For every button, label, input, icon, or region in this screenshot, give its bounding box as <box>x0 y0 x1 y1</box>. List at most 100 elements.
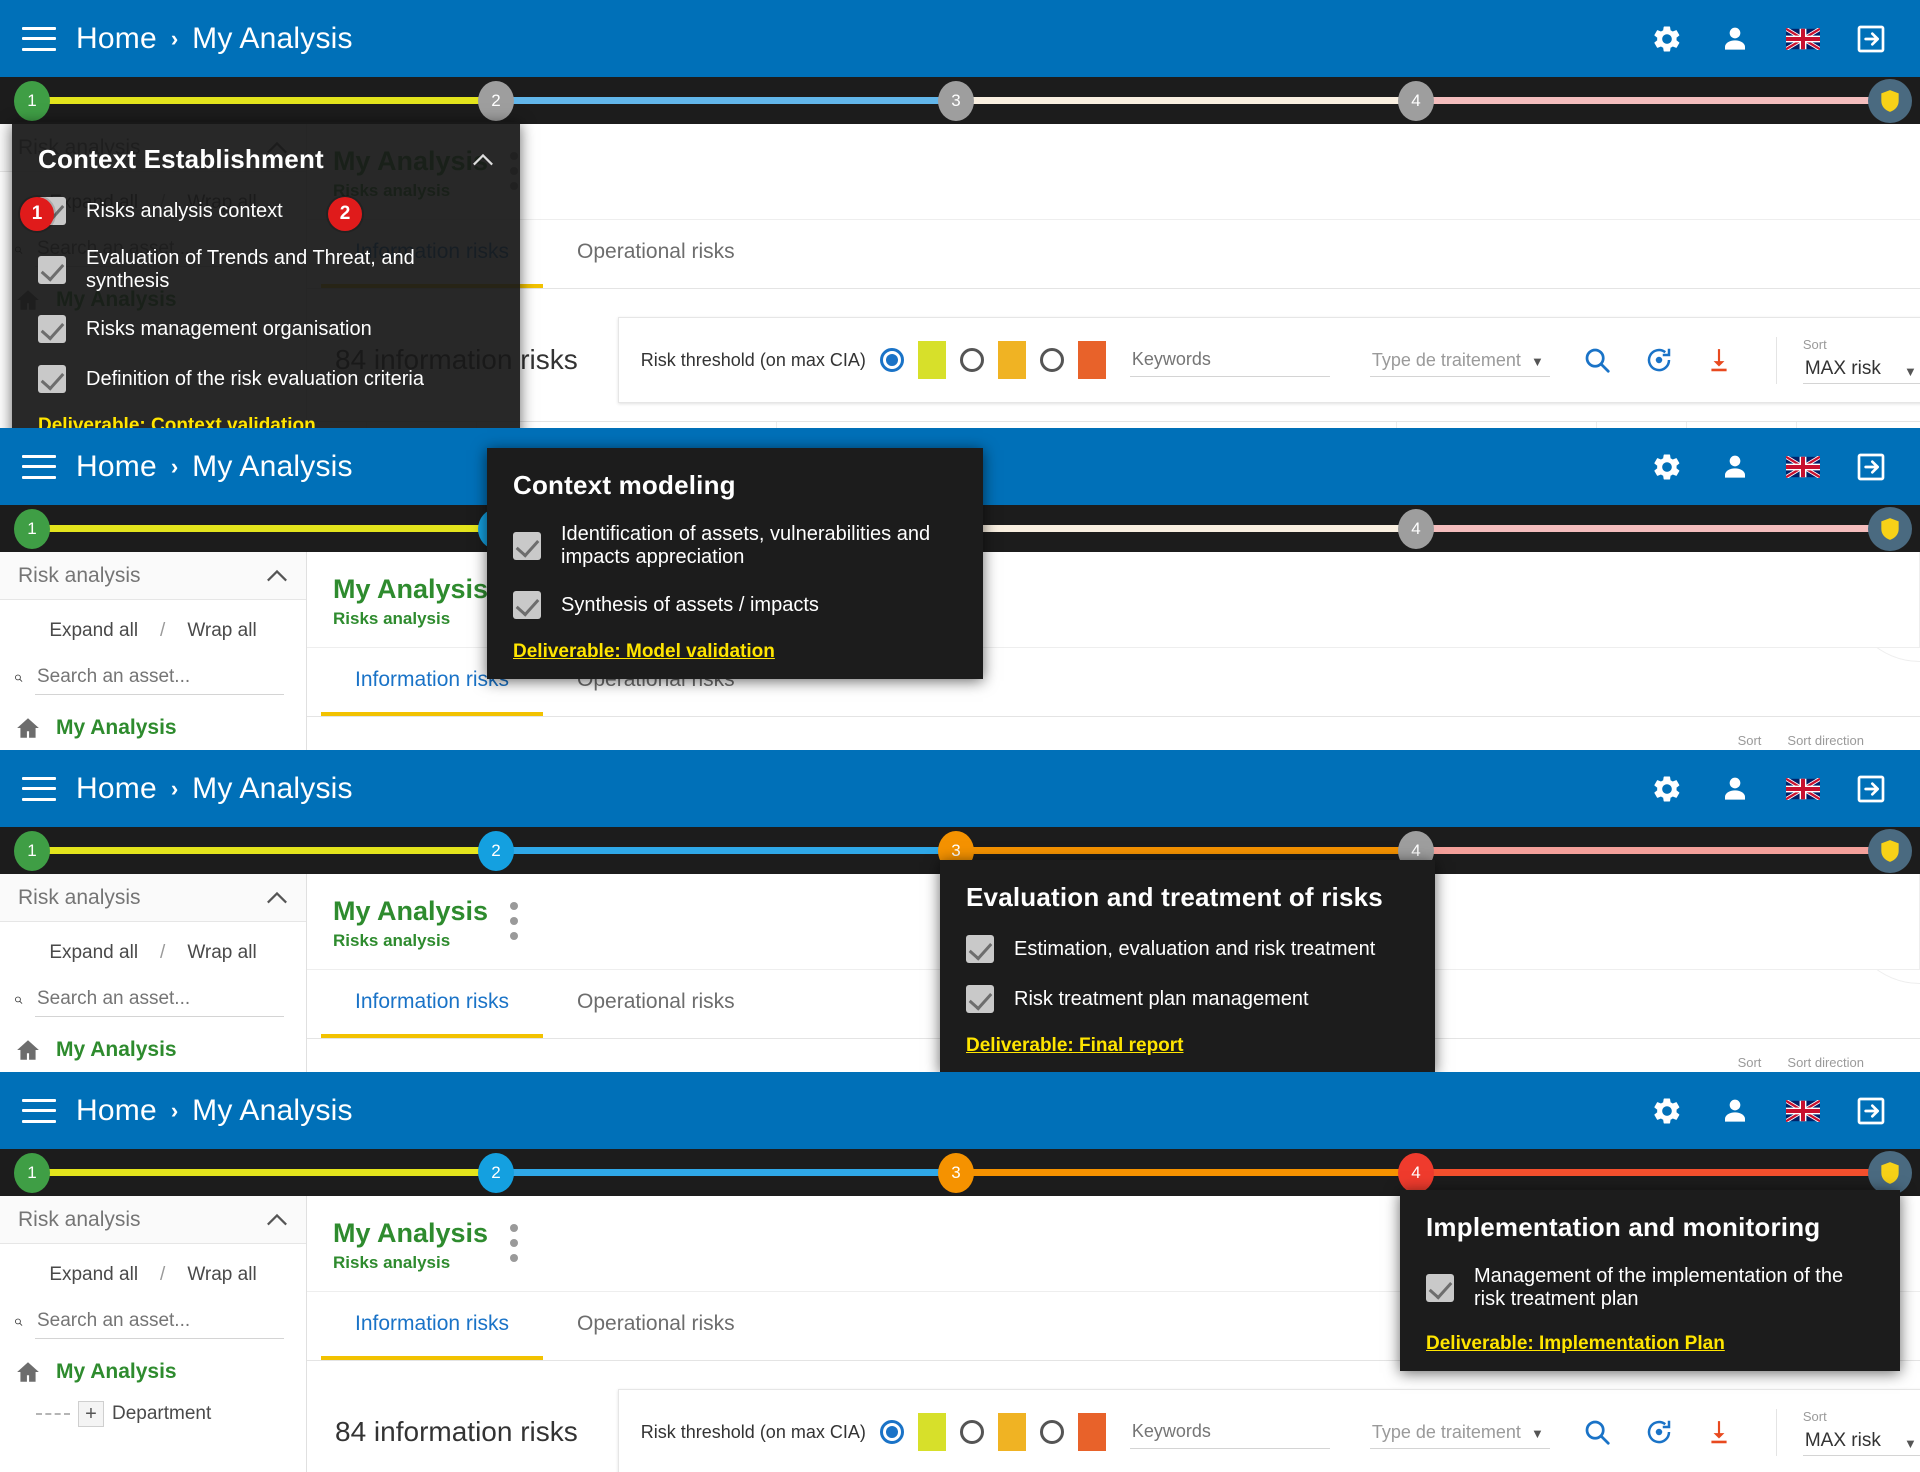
logout-icon[interactable] <box>1854 772 1888 806</box>
wrap-all-link[interactable]: Wrap all <box>187 1264 256 1286</box>
hamburger-icon[interactable] <box>22 454 56 479</box>
checkbox[interactable] <box>513 591 541 619</box>
card-more-vertical-icon[interactable] <box>510 902 519 940</box>
uk-flag-icon[interactable] <box>1786 772 1820 806</box>
sidebar-header[interactable]: Risk analysis <box>0 1196 306 1244</box>
stepper-node-4[interactable]: 4 <box>1398 81 1434 121</box>
deliverable-link[interactable]: Deliverable: Model validation <box>513 641 775 663</box>
person-icon[interactable] <box>1718 450 1752 484</box>
checkbox[interactable] <box>38 315 66 343</box>
person-icon[interactable] <box>1718 1094 1752 1128</box>
stepper-node-4[interactable]: 4 <box>1398 1153 1434 1193</box>
threshold-radio-low[interactable] <box>879 348 904 373</box>
download-icon[interactable] <box>1706 345 1732 375</box>
sort-select[interactable]: MAX risk <box>1802 1425 1920 1456</box>
shield-badge-icon[interactable] <box>1868 507 1912 551</box>
expand-node-icon[interactable]: + <box>78 1401 104 1427</box>
chevron-up-icon[interactable] <box>472 153 494 167</box>
stepper-node-1[interactable]: 1 <box>14 1153 50 1193</box>
wrap-all-link[interactable]: Wrap all <box>187 942 256 964</box>
tab-operational-risks[interactable]: Operational risks <box>543 220 769 288</box>
breadcrumb-home[interactable]: Home <box>76 1094 157 1128</box>
stepper-node-1[interactable]: 1 <box>14 81 50 121</box>
sidebar-header[interactable]: Risk analysis <box>0 874 306 922</box>
keywords-input[interactable] <box>1129 343 1330 378</box>
uk-flag-icon[interactable] <box>1786 22 1820 56</box>
deliverable-link[interactable]: Deliverable: Implementation Plan <box>1426 1333 1725 1355</box>
stepper-node-2[interactable]: 2 <box>478 1153 514 1193</box>
checkbox[interactable] <box>966 935 994 963</box>
reset-history-icon[interactable] <box>1644 1417 1674 1447</box>
search-icon[interactable] <box>1582 345 1612 375</box>
uk-flag-icon[interactable] <box>1786 1094 1820 1128</box>
tab-operational-risks[interactable]: Operational risks <box>543 1292 769 1360</box>
logout-icon[interactable] <box>1854 1094 1888 1128</box>
search-icon[interactable] <box>1582 1417 1612 1447</box>
search-icon[interactable] <box>14 1309 23 1335</box>
expand-all-link[interactable]: Expand all <box>49 620 138 642</box>
hamburger-icon[interactable] <box>22 776 56 801</box>
chevron-up-icon[interactable] <box>266 891 288 905</box>
checkbox[interactable] <box>966 985 994 1013</box>
keywords-input[interactable] <box>1129 1415 1330 1450</box>
logout-icon[interactable] <box>1854 450 1888 484</box>
download-icon[interactable] <box>1706 1417 1732 1447</box>
chevron-up-icon[interactable] <box>266 1213 288 1227</box>
checkbox[interactable] <box>38 256 66 284</box>
checkbox[interactable] <box>513 532 541 560</box>
tree-root-node[interactable]: My Analysis <box>14 1359 292 1385</box>
search-icon[interactable] <box>14 987 23 1013</box>
expand-all-link[interactable]: Expand all <box>49 1264 138 1286</box>
stepper-node-3[interactable]: 3 <box>938 81 974 121</box>
tree-root-node[interactable]: My Analysis <box>14 1037 292 1063</box>
card-more-vertical-icon[interactable] <box>510 1224 519 1262</box>
breadcrumb-home[interactable]: Home <box>76 450 157 484</box>
treatment-type-select[interactable]: Type de traitement <box>1369 1415 1550 1449</box>
threshold-radio-medium[interactable] <box>959 1420 984 1445</box>
search-icon[interactable] <box>14 665 23 691</box>
sort-select[interactable]: MAX risk <box>1802 353 1920 384</box>
wrap-all-link[interactable]: Wrap all <box>187 620 256 642</box>
deliverable-link[interactable]: Deliverable: Final report <box>966 1035 1184 1057</box>
shield-badge-icon[interactable] <box>1868 829 1912 873</box>
gear-icon[interactable] <box>1650 450 1684 484</box>
stepper-node-2[interactable]: 2 <box>478 81 514 121</box>
deliverable-link[interactable]: Deliverable: Context validation <box>38 415 316 428</box>
threshold-radio-low[interactable] <box>879 1420 904 1445</box>
shield-badge-icon[interactable] <box>1868 79 1912 123</box>
tree-root-node[interactable]: My Analysis <box>14 715 292 741</box>
tab-information-risks[interactable]: Information risks <box>321 970 544 1039</box>
hamburger-icon[interactable] <box>22 1098 56 1123</box>
logout-icon[interactable] <box>1854 22 1888 56</box>
treatment-type-select[interactable]: Type de traitement <box>1369 343 1550 377</box>
search-input[interactable] <box>35 982 284 1017</box>
person-icon[interactable] <box>1718 772 1752 806</box>
threshold-radio-high[interactable] <box>1039 348 1064 373</box>
search-input[interactable] <box>35 660 284 695</box>
tree-child-node[interactable]: + Department <box>36 1401 292 1427</box>
stepper-node-4[interactable]: 4 <box>1398 509 1434 549</box>
sidebar-header[interactable]: Risk analysis <box>0 552 306 600</box>
uk-flag-icon[interactable] <box>1786 450 1820 484</box>
threshold-radio-medium[interactable] <box>959 348 984 373</box>
hamburger-icon[interactable] <box>22 26 56 51</box>
reset-history-icon[interactable] <box>1644 345 1674 375</box>
gear-icon[interactable] <box>1650 22 1684 56</box>
checkbox[interactable] <box>38 365 66 393</box>
tab-operational-risks[interactable]: Operational risks <box>543 970 769 1038</box>
stepper-node-1[interactable]: 1 <box>14 831 50 871</box>
chevron-up-icon[interactable] <box>266 569 288 583</box>
person-icon[interactable] <box>1718 22 1752 56</box>
shield-badge-icon[interactable] <box>1868 1151 1912 1195</box>
stepper-node-3[interactable]: 3 <box>938 1153 974 1193</box>
tab-information-risks[interactable]: Information risks <box>321 1292 544 1361</box>
breadcrumb-home[interactable]: Home <box>76 22 157 56</box>
stepper-node-1[interactable]: 1 <box>14 509 50 549</box>
expand-all-link[interactable]: Expand all <box>49 942 138 964</box>
checkbox[interactable] <box>1426 1274 1454 1302</box>
threshold-radio-high[interactable] <box>1039 1420 1064 1445</box>
breadcrumb-home[interactable]: Home <box>76 772 157 806</box>
stepper-node-2[interactable]: 2 <box>478 831 514 871</box>
gear-icon[interactable] <box>1650 772 1684 806</box>
search-input[interactable] <box>35 1304 284 1339</box>
